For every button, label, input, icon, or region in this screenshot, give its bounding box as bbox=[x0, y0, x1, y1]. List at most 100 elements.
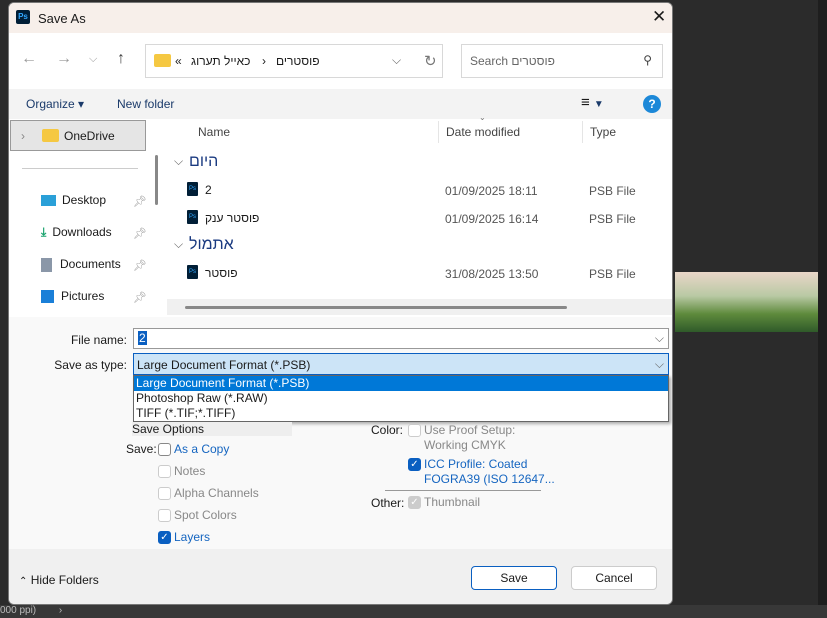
pin-icon[interactable]: 📌︎ bbox=[133, 291, 147, 304]
nav-label: Downloads bbox=[52, 225, 112, 239]
column-header-date[interactable]: Date modified bbox=[446, 125, 520, 139]
pin-icon[interactable]: 📌︎ bbox=[133, 195, 147, 208]
group-header[interactable]: אתמול bbox=[189, 236, 234, 254]
nav-label: Documents bbox=[60, 257, 121, 271]
divider bbox=[582, 121, 583, 143]
selected-type: Large Document Format (*.PSB) bbox=[137, 358, 311, 372]
icc-profile-name: FOGRA39 (ISO 12647... bbox=[424, 472, 555, 486]
type-dropdown-list: Large Document Format (*.PSB) Photoshop … bbox=[133, 375, 669, 422]
save-as-type-label: Save as type: bbox=[54, 358, 127, 372]
background-panel bbox=[818, 0, 827, 605]
breadcrumb-separator: › bbox=[262, 54, 266, 68]
scrollbar-thumb[interactable] bbox=[185, 306, 567, 309]
file-name[interactable]: פוסטר ענק bbox=[205, 211, 259, 225]
search-placeholder: Search פוסטרים bbox=[470, 54, 555, 68]
status-text: 000 ppi) bbox=[0, 605, 37, 616]
notes-label: Notes bbox=[174, 464, 206, 478]
other-label: Other: bbox=[371, 496, 405, 510]
back-icon[interactable]: ← bbox=[21, 50, 37, 68]
up-icon[interactable]: ↑ bbox=[117, 50, 125, 68]
spot-colors-checkbox[interactable] bbox=[158, 509, 171, 522]
icc-profile-label[interactable]: ICC Profile: Coated bbox=[424, 457, 527, 471]
divider bbox=[22, 168, 138, 169]
nav-item-downloads[interactable]: ⤓ Downloads bbox=[41, 225, 112, 245]
chevron-down-icon[interactable]: ⌵ bbox=[655, 331, 664, 346]
address-dropdown-icon[interactable]: ⌵ bbox=[392, 53, 401, 68]
as-a-copy-checkbox[interactable] bbox=[158, 443, 171, 456]
download-icon: ⤓ bbox=[41, 225, 47, 239]
file-name[interactable]: 2 bbox=[205, 183, 212, 197]
pin-icon[interactable]: 📌︎ bbox=[133, 259, 147, 272]
hide-folders-label: Hide Folders bbox=[30, 573, 99, 587]
save-options-heading: Save Options bbox=[132, 422, 292, 436]
close-icon[interactable]: ✕ bbox=[652, 7, 666, 27]
color-label: Color: bbox=[371, 423, 404, 437]
file-date: 31/08/2025 13:50 bbox=[445, 267, 539, 281]
help-icon[interactable]: ? bbox=[643, 95, 661, 113]
navigation-pane: › OneDrive Desktop 📌︎ ⤓ Downloads 📌︎ Docu… bbox=[9, 119, 167, 317]
layers-label[interactable]: Layers bbox=[174, 530, 210, 544]
nav-label: Desktop bbox=[62, 193, 107, 207]
as-a-copy-label[interactable]: As a Copy bbox=[174, 442, 229, 456]
column-header-name[interactable]: Name bbox=[198, 125, 230, 139]
notes-checkbox[interactable] bbox=[158, 465, 171, 478]
recent-chevron-icon[interactable]: ⌵ bbox=[89, 53, 97, 66]
file-name[interactable]: פוסטר bbox=[205, 266, 238, 280]
breadcrumb-item[interactable]: פוסטרים bbox=[276, 54, 320, 68]
search-input[interactable]: Search פוסטרים ⚲ bbox=[461, 44, 663, 78]
dialog-title: Save As bbox=[38, 11, 86, 26]
nav-label: OneDrive bbox=[64, 129, 115, 143]
save-as-dialog: Ps Save As ✕ ← → ⌵ ↑ « כאייל תערוג › פוס… bbox=[8, 2, 673, 605]
nav-item-documents[interactable]: Documents bbox=[41, 257, 121, 277]
nav-item-pictures[interactable]: Pictures bbox=[41, 289, 104, 309]
refresh-icon[interactable]: ↻ bbox=[424, 52, 437, 70]
status-bar: 000 ppi) › bbox=[0, 605, 827, 618]
thumbnail-checkbox[interactable]: ✓ bbox=[408, 496, 421, 509]
organize-button[interactable]: Organize ▾ bbox=[26, 97, 84, 111]
layers-checkbox[interactable]: ✓ bbox=[158, 531, 171, 544]
file-type: PSB File bbox=[589, 267, 636, 281]
scrollbar[interactable] bbox=[155, 155, 158, 205]
pin-icon[interactable]: 📌︎ bbox=[133, 227, 147, 240]
save-button[interactable]: Save bbox=[471, 566, 557, 590]
column-header-type[interactable]: Type bbox=[590, 125, 616, 139]
nav-item-desktop[interactable]: Desktop bbox=[41, 193, 106, 213]
spot-colors-label: Spot Colors bbox=[174, 508, 237, 522]
canvas-image bbox=[675, 272, 818, 332]
divider bbox=[385, 490, 541, 491]
expand-chevron-icon[interactable]: › bbox=[21, 129, 25, 143]
save-as-type-select[interactable]: Large Document Format (*.PSB) ⌵ bbox=[133, 353, 669, 375]
folder-icon bbox=[42, 129, 59, 142]
dropdown-option[interactable]: Large Document Format (*.PSB) bbox=[134, 376, 668, 391]
group-header[interactable]: היום bbox=[189, 153, 218, 171]
chevron-up-icon: ⌃ bbox=[19, 576, 28, 587]
sort-indicator-icon: ⌄ bbox=[479, 113, 486, 122]
forward-icon[interactable]: → bbox=[56, 50, 72, 68]
file-name-input[interactable]: 2 ⌵ bbox=[133, 328, 669, 349]
dialog-footer: ⌃ Hide Folders Save Cancel bbox=[9, 549, 672, 604]
proof-setup-profile: Working CMYK bbox=[424, 438, 506, 452]
address-bar[interactable]: « כאייל תערוג › פוסטרים ⌵ ↻ bbox=[145, 44, 443, 78]
breadcrumb-item[interactable]: כאייל תערוג bbox=[191, 54, 250, 68]
breadcrumb-overflow[interactable]: « bbox=[175, 54, 182, 68]
alpha-channels-label: Alpha Channels bbox=[174, 486, 259, 500]
desktop-icon bbox=[41, 195, 56, 207]
collapse-chevron-icon[interactable]: ⌵ bbox=[174, 154, 183, 169]
dropdown-option[interactable]: TIFF (*.TIF;*.TIFF) bbox=[134, 406, 668, 421]
nav-item-onedrive[interactable]: › OneDrive bbox=[10, 120, 146, 151]
alpha-channels-checkbox[interactable] bbox=[158, 487, 171, 500]
dropdown-option[interactable]: Photoshop Raw (*.RAW) bbox=[134, 391, 668, 406]
icc-profile-checkbox[interactable]: ✓ bbox=[408, 458, 421, 471]
search-icon: ⚲ bbox=[643, 53, 652, 67]
horizontal-scrollbar[interactable] bbox=[167, 299, 672, 315]
view-menu-icon[interactable]: ≡ ▼ bbox=[581, 94, 604, 111]
file-name-value: 2 bbox=[138, 331, 147, 345]
cancel-button[interactable]: Cancel bbox=[571, 566, 657, 590]
file-type: PSB File bbox=[589, 212, 636, 226]
nav-label: Pictures bbox=[61, 289, 105, 303]
hide-folders-button[interactable]: ⌃ Hide Folders bbox=[19, 573, 99, 587]
use-proof-setup-checkbox[interactable] bbox=[408, 424, 421, 437]
chevron-down-icon[interactable]: ⌵ bbox=[655, 357, 664, 372]
collapse-chevron-icon[interactable]: ⌵ bbox=[174, 237, 183, 252]
new-folder-button[interactable]: New folder bbox=[117, 97, 174, 111]
